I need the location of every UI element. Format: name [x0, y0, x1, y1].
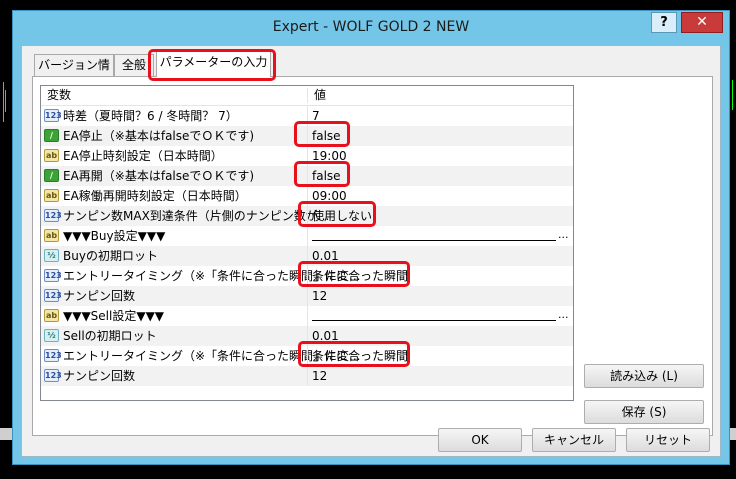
cell-divider	[307, 206, 308, 226]
table-row[interactable]: ab ▼▼▼Buy設定▼▼▼...	[41, 226, 573, 246]
window-title: Expert - WOLF GOLD 2 NEW	[272, 19, 470, 35]
parameter-name: ナンピン数MAX到達条件（片側のナンピン数が...	[63, 209, 330, 223]
cell-divider	[307, 246, 308, 266]
cell-divider	[307, 186, 308, 206]
tab-version-info[interactable]: バージョン情報	[34, 54, 114, 92]
parameter-name: ナンピン回数	[63, 289, 136, 303]
parameter-value[interactable]: 条件に合った瞬間	[312, 346, 408, 366]
help-button[interactable]: ?	[651, 12, 677, 33]
cell-divider	[307, 366, 308, 386]
parameters-grid[interactable]: 変数 値 123 時差（夏時間？6 / 冬時間？ 7） 7 ∕ EA停止（※基本はfal…	[40, 85, 574, 401]
string-icon: ab	[44, 229, 59, 242]
parameter-value[interactable]: 7	[312, 106, 320, 126]
table-row[interactable]: 123 ナンピン数MAX到達条件（片側のナンピン数が... 使用しない	[41, 206, 573, 226]
cell-divider	[307, 146, 308, 166]
parameter-value[interactable]: 19:00	[312, 146, 347, 166]
ok-button[interactable]: OK	[438, 428, 522, 452]
table-row[interactable]: ∕ EA停止（※基本はfalseでＯＫです) false	[41, 126, 573, 146]
parameter-value[interactable]: 0.01	[312, 246, 339, 266]
ellipsis-button[interactable]: ...	[558, 226, 569, 246]
parameter-name: EA再開（※基本はfalseでＯＫです)	[63, 169, 255, 183]
table-row[interactable]: ab EA稼働再開時刻設定（日本時間） 09:00	[41, 186, 573, 206]
close-button[interactable]: ✕	[681, 12, 723, 33]
load-button[interactable]: 読み込み (L)	[584, 364, 704, 388]
parameter-value[interactable]: 12	[312, 286, 327, 306]
cell-divider	[307, 266, 308, 286]
parameter-name: ナンピン回数	[63, 369, 136, 383]
table-row[interactable]: 123 エントリータイミング（※「条件に合った瞬間」に変... 条件に合った瞬間	[41, 346, 573, 366]
string-icon: ab	[44, 189, 59, 202]
cell-divider	[307, 326, 308, 346]
double-icon: ½	[44, 249, 59, 262]
parameter-name: Buyの初期ロット	[63, 249, 158, 263]
boolean-icon: ∕	[44, 129, 59, 142]
cell-divider	[307, 126, 308, 146]
table-row[interactable]: ∕ EA再開（※基本はfalseでＯＫです) false	[41, 166, 573, 186]
table-row[interactable]: 123 エントリータイミング（※「条件に合った瞬間」に変... 条件に合った瞬間	[41, 266, 573, 286]
ellipsis-button[interactable]: ...	[558, 306, 569, 326]
table-row[interactable]: ab EA停止時刻設定（日本時間） 19:00	[41, 146, 573, 166]
save-button[interactable]: 保存 (S)	[584, 400, 704, 424]
tab-general[interactable]: 全般	[114, 54, 154, 76]
title-bar[interactable]: Expert - WOLF GOLD 2 NEW ? ✕	[13, 11, 729, 45]
string-icon: ab	[44, 149, 59, 162]
boolean-icon: ∕	[44, 169, 59, 182]
chart-candle	[5, 90, 6, 112]
table-row[interactable]: ½ Sellの初期ロット 0.01	[41, 326, 573, 346]
number-icon: 123	[44, 109, 62, 122]
parameter-name: 時差（夏時間？6 / 冬時間？ 7）	[63, 109, 238, 123]
number-icon: 123	[44, 209, 62, 222]
number-icon: 123	[44, 349, 62, 362]
parameter-value[interactable]: false	[312, 126, 341, 146]
expert-dialog: Expert - WOLF GOLD 2 NEW ? ✕ バージョン情報 全般 …	[12, 10, 730, 465]
parameter-name: EA停止（※基本はfalseでＯＫです)	[63, 129, 255, 143]
table-row[interactable]: 123 時差（夏時間？6 / 冬時間？ 7） 7	[41, 106, 573, 126]
parameter-name: Sellの初期ロット	[63, 329, 157, 343]
table-row[interactable]: 123 ナンピン回数 12	[41, 286, 573, 306]
parameter-value[interactable]: 09:00	[312, 186, 347, 206]
table-row[interactable]: ab ▼▼▼Sell設定▼▼▼...	[41, 306, 573, 326]
number-icon: 123	[44, 289, 62, 302]
tab-parameters[interactable]: パラメーターの入力	[156, 51, 271, 77]
dialog-client-area: バージョン情報 全般 パラメーターの入力 変数 値 123時差（夏時間？6 / …	[21, 45, 721, 457]
cell-divider	[307, 226, 308, 246]
cell-divider	[307, 166, 308, 186]
cell-divider	[307, 106, 308, 126]
table-row[interactable]: 123 ナンピン回数 12	[41, 366, 573, 386]
parameter-name: ▼▼▼Buy設定▼▼▼	[63, 229, 166, 243]
reset-button[interactable]: リセット	[626, 428, 710, 452]
parameter-value[interactable]: false	[312, 166, 341, 186]
column-header-variable[interactable]: 変数	[41, 86, 307, 105]
parameter-value[interactable]: 使用しない	[312, 206, 372, 226]
column-header-value[interactable]: 値	[308, 86, 573, 105]
cell-divider	[307, 306, 308, 326]
parameter-value[interactable]: 条件に合った瞬間	[312, 266, 408, 286]
cell-divider	[307, 286, 308, 306]
chart-candle	[732, 80, 733, 110]
number-icon: 123	[44, 269, 62, 282]
separator-line	[312, 240, 556, 241]
parameter-name: ▼▼▼Sell設定▼▼▼	[63, 309, 165, 323]
separator-line	[312, 320, 556, 321]
parameter-value[interactable]: 12	[312, 366, 327, 386]
string-icon: ab	[44, 309, 59, 322]
chart-candle	[3, 82, 4, 122]
number-icon: 123	[44, 369, 62, 382]
parameter-name: EA稼働再開時刻設定（日本時間）	[63, 189, 247, 203]
double-icon: ½	[44, 329, 59, 342]
parameter-name: EA停止時刻設定（日本時間）	[63, 149, 223, 163]
grid-header: 変数 値	[41, 86, 573, 106]
cancel-button[interactable]: キャンセル	[532, 428, 616, 452]
cell-divider	[307, 346, 308, 366]
table-row[interactable]: ½ Buyの初期ロット 0.01	[41, 246, 573, 266]
parameter-value[interactable]: 0.01	[312, 326, 339, 346]
